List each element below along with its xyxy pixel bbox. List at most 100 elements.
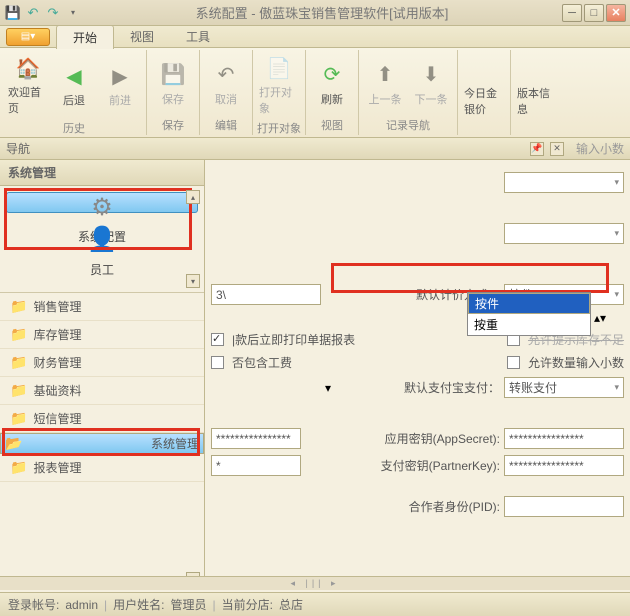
qat-dropdown-icon[interactable]: ▾ [64,4,82,22]
status-user-value: 管理员 [171,596,207,613]
tab-view[interactable]: 视图 [114,25,170,48]
blank-icon [523,55,551,83]
close-button[interactable]: ✕ [606,4,626,22]
version-info-button[interactable]: 版本信息 [515,52,559,119]
pin-button[interactable]: 📌 [530,142,544,156]
gold-price-button[interactable]: 今日金银价 [462,52,506,119]
next-record-button[interactable]: ⬇下一条 [409,52,453,115]
back-button[interactable]: ◀后退 [52,52,96,118]
prev-record-button[interactable]: ⬆上一条 [363,52,407,115]
checkbox-decimal[interactable] [507,356,520,369]
chevron-down-icon: ▾ [614,289,619,300]
chevron-down-icon: ▾ [614,228,619,239]
status-branch-value: 总店 [279,596,303,613]
appsecret-label: 应用密钥(AppSecret): [385,430,500,447]
nav-scroll-up[interactable]: ▴ [186,190,200,204]
combo-2[interactable]: ▾ [504,223,624,244]
partnerkey-label: 支付密钥(PartnerKey): [381,457,500,474]
nav-close-button[interactable]: ✕ [550,142,564,156]
pay-label: 默认支付宝支付： [404,379,500,396]
masked-input-1[interactable] [211,428,301,449]
status-user-label: 用户姓名: [113,596,164,613]
forward-button[interactable]: ▶前进 [98,52,142,118]
pid-input[interactable] [504,496,624,517]
back-icon: ◀ [60,62,88,90]
partnerkey-input[interactable] [504,455,624,476]
refresh-icon: ⟳ [318,61,346,89]
folder-icon: 📁 [10,459,27,476]
open-object-button[interactable]: 📄打开对象 [257,52,301,118]
nav-label: 导航 [6,140,30,157]
folder-icon: 📁 [10,410,27,427]
quick-access-toolbar: 💾 ↶ ↷ ▾ [4,4,82,22]
masked-input-2[interactable] [211,455,301,476]
pricing-option-weight[interactable]: 按重 [468,314,590,335]
spinner-icon[interactable]: ▴▾ [594,311,606,325]
home-icon: 🏠 [14,54,42,82]
pid-label: 合作者身份(PID): [409,498,500,515]
sidebar-big-system-config[interactable]: ⚙ 系统配置 [6,192,198,213]
save-icon[interactable]: 💾 [4,4,22,22]
down-arrow-icon: ⬇ [417,61,445,89]
status-account-label: 登录帐号: [8,596,59,613]
forward-icon: ▶ [106,62,134,90]
chevron-down-icon: ▾ [614,177,619,188]
group-edit-label: 编辑 [215,115,237,133]
nav-item-basedata[interactable]: 📁基础资料 [0,377,204,405]
pricing-dropdown[interactable]: 按件 按重 [467,292,591,336]
cancel-button[interactable]: ↶取消 [204,52,248,115]
nav-item-reports[interactable]: 📁报表管理 [0,454,204,482]
nav-item-sales[interactable]: 📁销售管理 [0,293,204,321]
nav-item-sms[interactable]: 📁短信管理 [0,405,204,433]
save-icon: 💾 [159,61,187,89]
status-bar: 登录帐号: admin | 用户姓名: 管理员 | 当前分店: 总店 [0,592,630,616]
maximize-button[interactable]: □ [584,4,604,22]
checkbox-print[interactable] [211,333,224,346]
sidebar-nav-list: 📁销售管理 📁库存管理 📁财务管理 📁基础资料 📁短信管理 📂系统管理 📁报表管… [0,293,204,590]
window-title: 系统配置 - 傲蓝珠宝销售管理软件[试用版本] [82,3,562,22]
app-menu-button[interactable]: ▤▾ [6,28,50,46]
refresh-button[interactable]: ⟳刷新 [310,52,354,115]
nav-scroll-down[interactable]: ▾ [186,274,200,288]
combo-1[interactable]: ▾ [504,172,624,193]
ribbon: 🏠欢迎首页 ◀后退 ▶前进 历史 💾保存 保存 ↶取消 编辑 📄打开对象 打开对… [0,48,630,138]
undo-icon[interactable]: ↶ [24,4,42,22]
nav-item-inventory[interactable]: 📁库存管理 [0,321,204,349]
undo-icon: ↶ [212,61,240,89]
big-item-label: 员工 [90,261,114,278]
folder-open-icon: 📂 [5,435,22,452]
group-open-label: 打开对象 [257,118,301,136]
tab-tools[interactable]: 工具 [170,25,226,48]
chevron-down-icon[interactable]: ▾ [325,381,331,395]
appsecret-input[interactable] [504,428,624,449]
folder-icon: 📁 [10,354,27,371]
save-button[interactable]: 💾保存 [151,52,195,115]
pay-select[interactable]: 转账支付▾ [504,377,624,398]
redo-icon[interactable]: ↷ [44,4,62,22]
gear-icon: ⚙ [86,193,118,222]
path-input[interactable] [211,284,321,305]
nav-header: 导航 📌 ✕ 输入小数 [0,138,630,160]
checkbox-fee[interactable] [211,356,224,369]
content-pane: ▾ ▾ 默认计价方式： 按件▾ 按件 按重 ¥1.00 ▴▾ |款后立即打印单据… [205,160,630,590]
folder-icon: 📁 [10,298,27,315]
nav-item-system[interactable]: 📂系统管理 [0,433,204,454]
folder-icon: 📁 [10,326,27,343]
sidebar-big-employee[interactable]: 👤 员工 [6,215,198,286]
document-icon: 📄 [265,54,293,82]
scrollbar-track[interactable]: ◂ ||| ▸ [0,576,630,590]
home-button[interactable]: 🏠欢迎首页 [6,52,50,118]
pricing-option-piece[interactable]: 按件 [468,293,590,314]
nav-item-finance[interactable]: 📁财务管理 [0,349,204,377]
group-save-label: 保存 [162,115,184,133]
up-arrow-icon: ⬆ [371,61,399,89]
group-view-label: 视图 [321,115,343,133]
tab-start[interactable]: 开始 [56,25,114,49]
title-bar: 💾 ↶ ↷ ▾ 系统配置 - 傲蓝珠宝销售管理软件[试用版本] ─ □ ✕ [0,0,630,26]
status-account-value: admin [65,598,98,612]
group-history-label: 历史 [63,118,85,136]
minimize-button[interactable]: ─ [562,4,582,22]
status-branch-label: 当前分店: [222,596,273,613]
group-nav-label: 记录导航 [386,115,430,133]
folder-icon: 📁 [10,382,27,399]
